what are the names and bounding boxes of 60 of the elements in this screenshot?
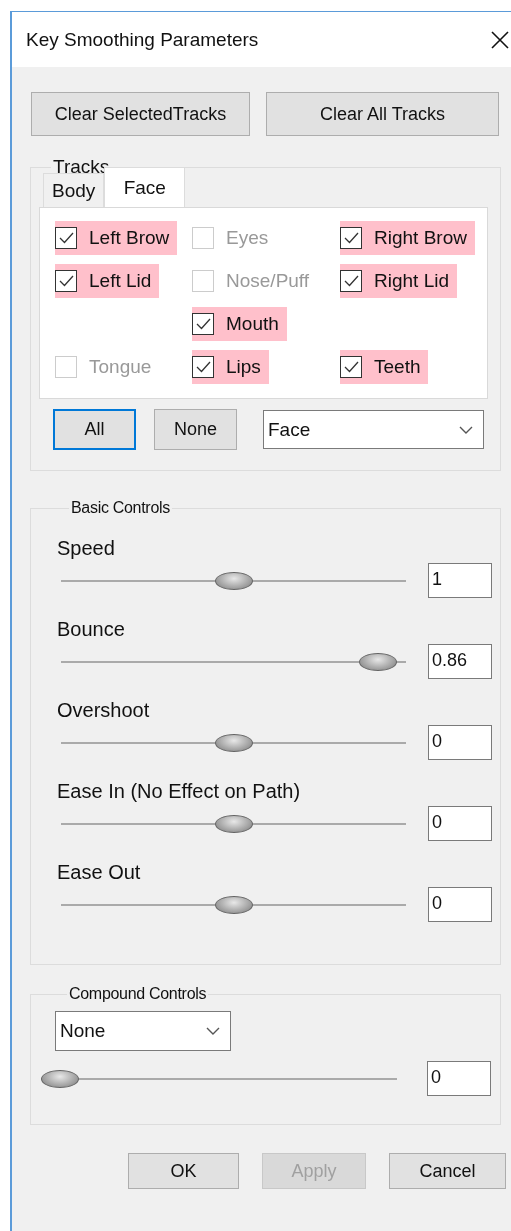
checkbox-label: Right Lid [374,270,449,292]
checkbox-label: Tongue [89,356,152,378]
dropdown[interactable]: Face [263,410,484,449]
checkbox-item[interactable]: Right Lid [340,264,457,298]
slider-label: Speed [57,537,116,561]
slider-thumb[interactable] [214,895,253,914]
dropdown[interactable]: None [55,1011,231,1051]
dropdown-value: Face [268,418,311,441]
dialog-button[interactable]: OK [128,1153,239,1189]
value-field[interactable]: 0 [428,806,492,841]
checkbox-item[interactable]: Mouth [192,307,287,341]
checkbox-item[interactable]: Left Lid [55,264,160,298]
checkbox-label: Left Lid [89,270,152,292]
slider-label: Ease Out [57,861,142,885]
value-field[interactable]: 0.86 [428,644,492,679]
dialog-button[interactable]: Cancel [389,1153,506,1189]
slider-label: Overshoot [57,699,151,723]
chevron-down-icon [206,1027,220,1035]
checkbox-item[interactable]: Left Brow [55,221,178,255]
checkbox[interactable] [340,227,362,249]
checkbox-label: Left Brow [89,227,170,249]
select-button[interactable]: All [53,409,136,450]
slider-thumb[interactable] [214,571,253,590]
close-button[interactable] [490,29,510,50]
slider-label: Ease In (No Effect on Path) [57,780,302,804]
slider-thumb[interactable] [214,814,253,833]
checkbox-label: Lips [226,356,261,378]
slider-thumb[interactable] [214,733,253,752]
chevron-down-icon [459,425,473,434]
checkbox[interactable] [340,356,362,378]
checkbox-label: Nose/Puff [226,270,310,292]
checkbox[interactable] [55,227,77,249]
dropdown-value: None [60,1020,106,1042]
window-title: Key Smoothing Parameters [26,28,259,51]
checkbox-item[interactable]: Lips [192,350,269,384]
checkbox-label: Eyes [226,227,269,249]
close-icon [490,29,510,50]
clear-button[interactable]: Clear All Tracks [266,92,499,136]
tab[interactable]: Face [104,167,186,207]
checkbox[interactable] [340,270,362,292]
group-label: Basic Controls [70,499,171,517]
value-field[interactable]: 0 [427,1061,491,1096]
slider-label: Bounce [57,618,126,642]
group-label: Compound Controls [68,985,208,1003]
checkbox[interactable] [55,270,77,292]
value-field[interactable]: 1 [428,563,492,598]
slider-thumb[interactable] [358,652,397,671]
value-field[interactable]: 0 [428,725,492,760]
checkbox-label: Right Brow [374,227,467,249]
clear-button[interactable]: Clear SelectedTracks [31,92,250,136]
checkbox-item[interactable]: Right Brow [340,221,475,255]
checkbox[interactable] [192,313,214,335]
select-button[interactable]: None [154,409,237,450]
tab[interactable]: Body [43,173,105,207]
slider-thumb[interactable] [41,1069,79,1088]
checkbox-label: Teeth [374,356,421,378]
checkbox-label: Mouth [226,313,279,335]
checkbox-item[interactable]: Teeth [340,350,429,384]
checkbox[interactable] [192,356,214,378]
value-field[interactable]: 0 [428,887,492,922]
